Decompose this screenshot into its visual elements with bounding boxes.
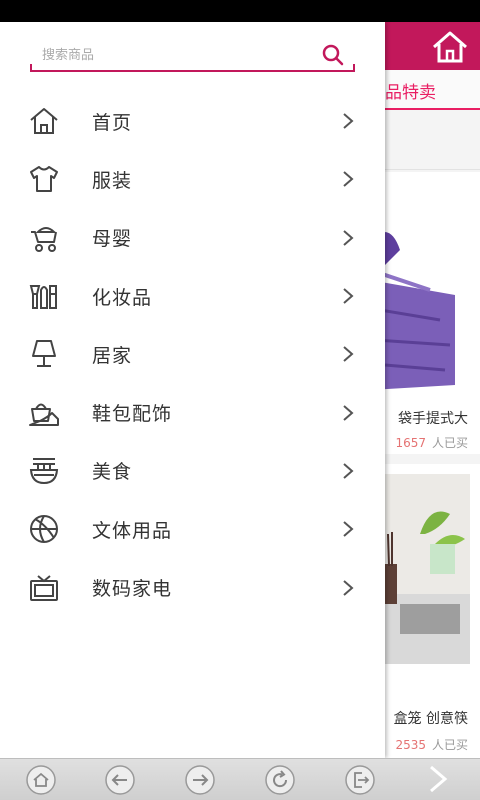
chevron-right-icon bbox=[343, 171, 354, 188]
menu-label: 服装 bbox=[92, 169, 133, 192]
tv-icon bbox=[30, 574, 58, 601]
back-icon[interactable] bbox=[104, 764, 136, 796]
menu-item-baby[interactable]: 母婴 bbox=[0, 209, 385, 267]
search-icon[interactable] bbox=[321, 43, 345, 67]
product-image bbox=[380, 474, 470, 664]
category-menu: 首页 服装 母婴 化妆品 居家 鞋包配饰 美食 文体用品 数码家电 bbox=[0, 92, 385, 617]
sold-number: 1657 bbox=[395, 436, 426, 450]
chevron-right-icon bbox=[343, 579, 354, 596]
menu-item-home[interactable]: 首页 bbox=[0, 92, 385, 150]
chevron-right-icon bbox=[343, 113, 354, 129]
lamp-icon bbox=[32, 340, 56, 368]
search-bar bbox=[30, 38, 355, 72]
forward-icon[interactable] bbox=[184, 764, 216, 796]
bottom-navigation-bar bbox=[0, 758, 480, 800]
menu-item-home-living[interactable]: 居家 bbox=[0, 325, 385, 383]
menu-item-cosmetics[interactable]: 化妆品 bbox=[0, 267, 385, 325]
product-title: 盒笼 创意筷 bbox=[393, 711, 468, 727]
chevron-right-icon bbox=[343, 404, 354, 421]
product-title: 袋手提式大 bbox=[398, 411, 468, 427]
sold-count: 1657 人已买 bbox=[395, 434, 468, 451]
menu-item-food[interactable]: 美食 bbox=[0, 442, 385, 500]
sold-suffix: 人已买 bbox=[431, 436, 468, 450]
chevron-right-icon bbox=[343, 229, 354, 246]
menu-item-electronics[interactable]: 数码家电 bbox=[0, 558, 385, 616]
sold-number: 2535 bbox=[395, 738, 426, 752]
chevron-right-icon bbox=[343, 521, 354, 537]
home-icon[interactable] bbox=[430, 30, 470, 64]
menu-label: 鞋包配饰 bbox=[92, 403, 173, 426]
home-icon bbox=[30, 108, 58, 135]
cosmetics-icon bbox=[29, 285, 57, 310]
product-image bbox=[370, 210, 470, 390]
menu-label: 首页 bbox=[92, 111, 133, 134]
menu-item-sports[interactable]: 文体用品 bbox=[0, 500, 385, 558]
menu-item-shoes-bags[interactable]: 鞋包配饰 bbox=[0, 383, 385, 441]
shoe-bag-icon bbox=[29, 403, 59, 426]
chevron-right-icon bbox=[343, 463, 354, 479]
tshirt-icon bbox=[30, 166, 58, 193]
sold-count: 2535 人已买 bbox=[395, 736, 468, 753]
home-icon[interactable] bbox=[25, 764, 57, 796]
menu-label: 数码家电 bbox=[92, 578, 173, 601]
menu-label: 居家 bbox=[92, 344, 133, 367]
chevron-right-icon bbox=[343, 346, 354, 363]
sold-suffix: 人已买 bbox=[431, 738, 468, 752]
status-bar bbox=[0, 0, 480, 22]
next-icon[interactable] bbox=[425, 763, 451, 795]
exit-icon[interactable] bbox=[344, 764, 376, 796]
noodle-bowl-icon bbox=[29, 457, 59, 484]
menu-label: 美食 bbox=[92, 461, 133, 484]
menu-label: 母婴 bbox=[92, 228, 133, 251]
refresh-icon[interactable] bbox=[264, 764, 296, 796]
menu-label: 化妆品 bbox=[92, 286, 153, 309]
tab-title[interactable]: 品特卖 bbox=[385, 78, 436, 103]
search-input[interactable] bbox=[42, 44, 312, 66]
stroller-icon bbox=[31, 226, 57, 252]
chevron-right-icon bbox=[343, 288, 354, 304]
menu-item-clothing[interactable]: 服装 bbox=[0, 150, 385, 208]
basketball-icon bbox=[30, 515, 58, 544]
navigation-drawer: 首页 服装 母婴 bbox=[0, 22, 385, 758]
menu-label: 文体用品 bbox=[92, 519, 173, 542]
